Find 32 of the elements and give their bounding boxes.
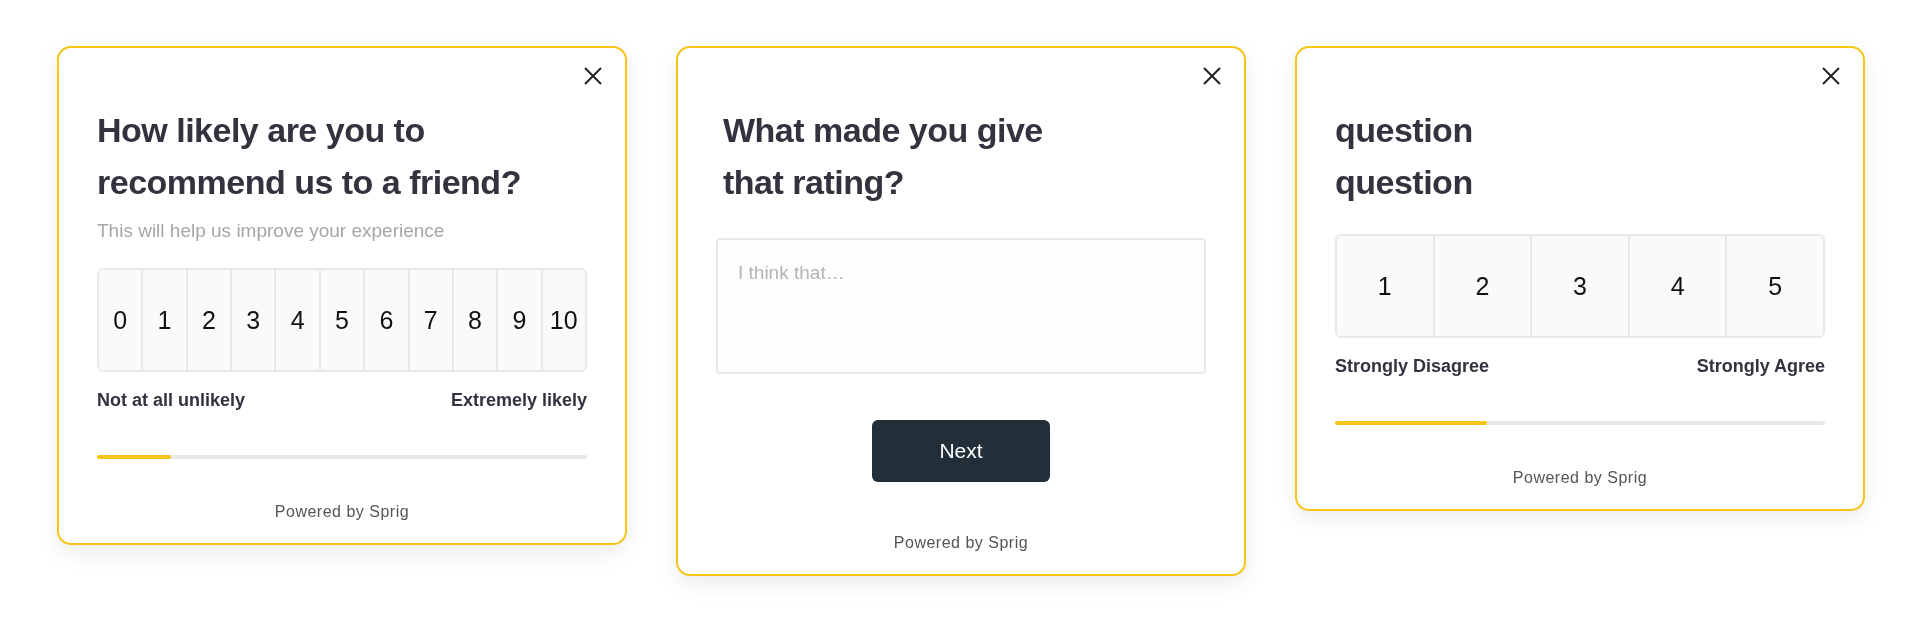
- question-title: How likely are you to recommend us to a friend?: [97, 110, 522, 203]
- question-title: question question: [1335, 110, 1474, 203]
- rating-option[interactable]: 2: [1432, 236, 1531, 336]
- rating-option[interactable]: 4: [1627, 236, 1726, 336]
- close-icon[interactable]: [1202, 66, 1222, 86]
- rating-option[interactable]: 6: [363, 270, 408, 370]
- rating-option[interactable]: 10: [540, 270, 585, 370]
- rating-option[interactable]: 2: [185, 270, 231, 370]
- rating-option[interactable]: 4: [274, 270, 319, 370]
- powered-by-text: Powered by Sprig: [1511, 468, 1649, 488]
- rating-option[interactable]: 0: [99, 270, 142, 370]
- rating-option[interactable]: 5: [1725, 236, 1823, 336]
- scale-low-label: Strongly Disagree: [1335, 356, 1490, 377]
- rating-option[interactable]: 1: [141, 270, 186, 370]
- scale-high-label: Strongly Agree: [1696, 356, 1825, 377]
- powered-by-text: Powered by Sprig: [273, 502, 411, 522]
- rating-option[interactable]: 1: [1337, 236, 1433, 336]
- question-title: What made you give that rating?: [722, 110, 1044, 203]
- scale-high-label: Extremely likely: [450, 390, 587, 411]
- next-button[interactable]: Next: [872, 420, 1050, 482]
- rating-option[interactable]: 8: [451, 270, 497, 370]
- rating-option[interactable]: 3: [1530, 236, 1628, 336]
- scale-low-label: Not at all unlikely: [97, 390, 246, 411]
- rating-option[interactable]: 9: [496, 270, 541, 370]
- question-subtitle: This will help us improve your experience: [97, 220, 446, 242]
- rating-option[interactable]: 7: [407, 270, 452, 370]
- powered-by-text: Powered by Sprig: [892, 533, 1030, 553]
- close-icon[interactable]: [583, 66, 603, 86]
- rating-option[interactable]: 5: [318, 270, 364, 370]
- close-icon[interactable]: [1821, 66, 1841, 86]
- rating-option[interactable]: 3: [230, 270, 275, 370]
- answer-field[interactable]: I think that…: [716, 238, 1206, 374]
